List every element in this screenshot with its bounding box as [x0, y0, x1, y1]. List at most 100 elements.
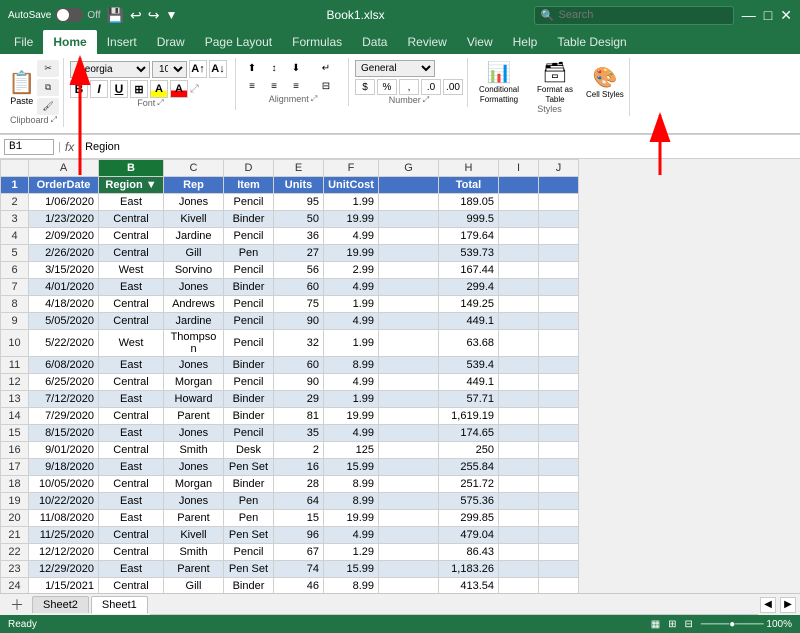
- align-bottom-button[interactable]: ⬇: [286, 60, 306, 76]
- percent-button[interactable]: %: [377, 79, 397, 95]
- col-header-b[interactable]: B: [99, 160, 164, 177]
- formula-input[interactable]: [85, 141, 796, 153]
- col-header-j[interactable]: J: [539, 160, 579, 177]
- filename: Book1.xlsx: [327, 8, 385, 22]
- tab-table-design[interactable]: Table Design: [547, 30, 636, 54]
- number-format-select[interactable]: General: [355, 60, 435, 77]
- col-header-c[interactable]: C: [164, 160, 224, 177]
- clipboard-expand-icon[interactable]: ⤢: [51, 115, 57, 125]
- cell-reference-input[interactable]: [4, 139, 54, 155]
- redo-icon[interactable]: ↪: [148, 7, 160, 24]
- col-header-d[interactable]: D: [224, 160, 274, 177]
- format-as-table-button[interactable]: 🗃 Format as Table: [530, 60, 580, 104]
- fill-color-button[interactable]: A: [150, 80, 168, 98]
- wrap-text-button[interactable]: ↵: [308, 60, 344, 76]
- sheet-tab-sheet2[interactable]: Sheet2: [32, 596, 89, 613]
- align-top-button[interactable]: ⬆: [242, 60, 262, 76]
- tab-view[interactable]: View: [457, 30, 503, 54]
- normal-view-icon[interactable]: ▦: [651, 619, 660, 630]
- conditional-formatting-button[interactable]: 📊 Conditional Formatting: [474, 60, 524, 104]
- col-header-i[interactable]: I: [499, 160, 539, 177]
- cut-button[interactable]: ✂: [37, 60, 58, 77]
- font-size-select[interactable]: 10: [152, 61, 187, 78]
- table-row: 4 2/09/2020 Central Jardine Pencil 36 4.…: [1, 228, 579, 245]
- add-sheet-button[interactable]: ＋: [4, 595, 30, 615]
- header-g[interactable]: [379, 177, 439, 194]
- font-expand-icon[interactable]: ⤢: [157, 98, 163, 108]
- header-total[interactable]: Total: [439, 177, 499, 194]
- table-row: 12 6/25/2020 Central Morgan Pencil 90 4.…: [1, 374, 579, 391]
- table-row: 20 11/08/2020 East Parent Pen 15 19.99 2…: [1, 510, 579, 527]
- header-rep[interactable]: Rep: [164, 177, 224, 194]
- tab-insert[interactable]: Insert: [97, 30, 147, 54]
- sheet-scroll-left[interactable]: ◀: [760, 597, 776, 613]
- autosave-switch[interactable]: [55, 8, 83, 22]
- increase-decimal-button[interactable]: .0: [421, 79, 441, 95]
- align-center-button[interactable]: ≡: [264, 78, 284, 94]
- autosave-toggle[interactable]: AutoSave Off: [8, 8, 101, 22]
- bold-button[interactable]: B: [70, 80, 88, 98]
- styles-buttons: 📊 Conditional Formatting 🗃 Format as Tab…: [474, 60, 625, 104]
- header-item[interactable]: Item: [224, 177, 274, 194]
- border-button[interactable]: ⊞: [130, 80, 148, 98]
- undo-icon[interactable]: ↩: [130, 7, 142, 24]
- font-group: Georgia 10 A↑ A↓ B I U ⊞ A A ⤢: [66, 58, 236, 110]
- tab-draw[interactable]: Draw: [147, 30, 195, 54]
- col-header-h[interactable]: H: [439, 160, 499, 177]
- header-i[interactable]: [499, 177, 539, 194]
- spreadsheet-scroll[interactable]: A B C D E F G H I J 1 OrderDate Region: [0, 159, 800, 593]
- tab-formulas[interactable]: Formulas: [282, 30, 352, 54]
- merge-button[interactable]: ⊟: [308, 78, 344, 94]
- col-header-a[interactable]: A: [29, 160, 99, 177]
- maximize-btn[interactable]: □: [764, 7, 772, 23]
- paste-button[interactable]: 📋 Paste: [8, 70, 35, 106]
- align-right-button[interactable]: ≡: [286, 78, 306, 94]
- header-units[interactable]: Units: [274, 177, 324, 194]
- page-break-icon[interactable]: ⊟: [685, 619, 693, 630]
- format-painter-button[interactable]: 🖌: [37, 98, 58, 115]
- header-j[interactable]: [539, 177, 579, 194]
- tab-help[interactable]: Help: [503, 30, 548, 54]
- copy-icon: ⧉: [45, 82, 51, 93]
- function-wizard-btn[interactable]: fx: [65, 140, 74, 154]
- more-tools-icon[interactable]: ▼: [165, 8, 177, 22]
- decrease-decimal-button[interactable]: .00: [443, 79, 463, 95]
- alignment-expand-icon[interactable]: ⤢: [311, 94, 317, 104]
- minimize-btn[interactable]: —: [742, 7, 756, 23]
- col-header-f[interactable]: F: [324, 160, 379, 177]
- tab-home[interactable]: Home: [43, 30, 96, 54]
- align-middle-button[interactable]: ↕: [264, 60, 284, 76]
- comma-button[interactable]: ,: [399, 79, 419, 95]
- increase-font-button[interactable]: A↑: [189, 60, 207, 78]
- col-header-e[interactable]: E: [274, 160, 324, 177]
- table-row: 21 11/25/2020 Central Kivell Pen Set 96 …: [1, 527, 579, 544]
- close-btn[interactable]: ✕: [780, 7, 792, 24]
- table-row: 19 10/22/2020 East Jones Pen 64 8.99 575…: [1, 493, 579, 510]
- tab-page-layout[interactable]: Page Layout: [195, 30, 282, 54]
- cell-styles-button[interactable]: 🎨 Cell Styles: [586, 65, 624, 100]
- align-left-button[interactable]: ≡: [242, 78, 262, 94]
- italic-button[interactable]: I: [90, 80, 108, 98]
- header-region[interactable]: Region ▼: [99, 177, 164, 194]
- page-layout-icon[interactable]: ⊞: [668, 619, 676, 630]
- underline-button[interactable]: U: [110, 80, 128, 98]
- header-unitcost[interactable]: UnitCost: [324, 177, 379, 194]
- font-color-button[interactable]: A: [170, 80, 188, 98]
- save-icon[interactable]: 💾: [107, 7, 124, 24]
- currency-button[interactable]: $: [355, 79, 375, 95]
- decrease-font-button[interactable]: A↓: [209, 60, 227, 78]
- number-expand-icon[interactable]: ⤢: [423, 95, 429, 105]
- zoom-slider[interactable]: ────●──── 100%: [701, 619, 792, 630]
- sheet-tab-sheet1[interactable]: Sheet1: [91, 596, 148, 614]
- table-row: 7 4/01/2020 East Jones Binder 60 4.99 29…: [1, 279, 579, 296]
- copy-button[interactable]: ⧉: [37, 79, 58, 96]
- tab-file[interactable]: File: [4, 30, 43, 54]
- search-input[interactable]: [559, 9, 719, 21]
- col-header-g[interactable]: G: [379, 160, 439, 177]
- sheet-scroll-right[interactable]: ▶: [780, 597, 796, 613]
- font-name-select[interactable]: Georgia: [70, 61, 150, 78]
- formula-divider2: |: [78, 141, 81, 153]
- header-orderdate[interactable]: OrderDate: [29, 177, 99, 194]
- tab-data[interactable]: Data: [352, 30, 397, 54]
- tab-review[interactable]: Review: [397, 30, 456, 54]
